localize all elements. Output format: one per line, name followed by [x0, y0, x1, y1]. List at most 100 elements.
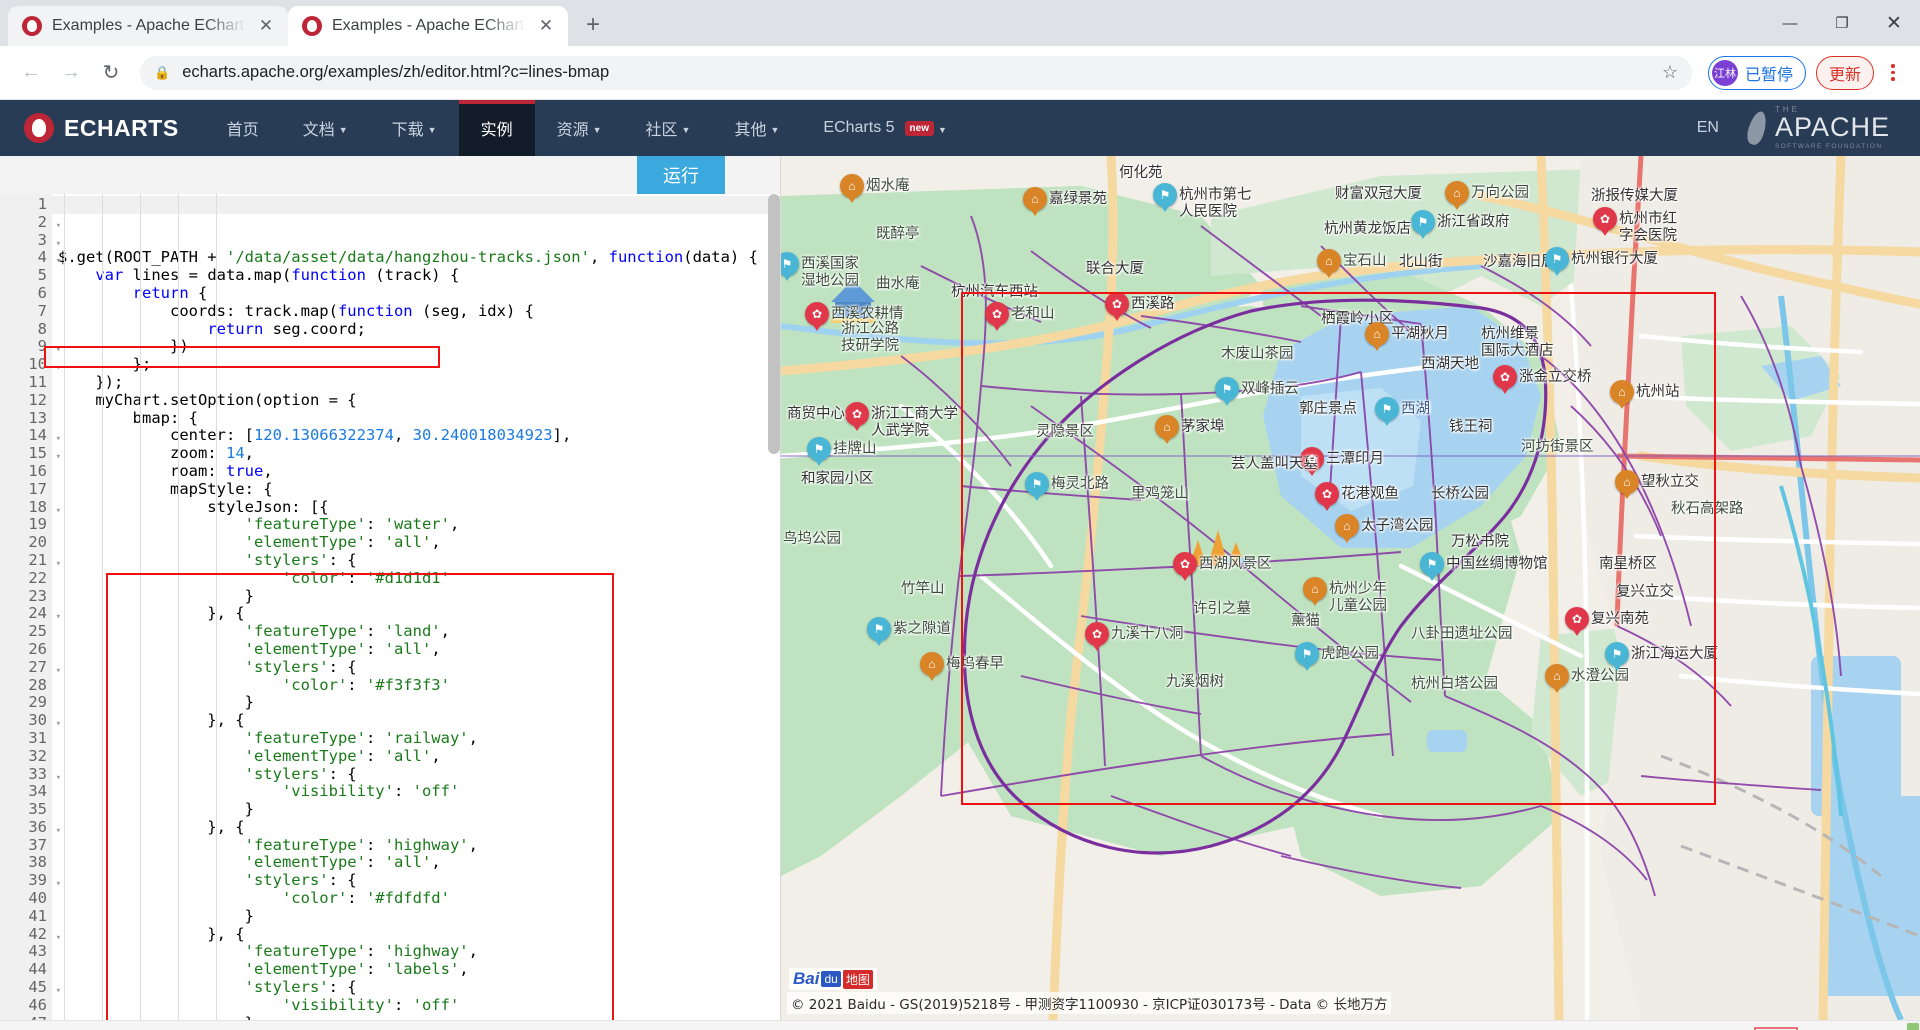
code-line[interactable]: }	[58, 694, 780, 712]
code-line[interactable]: return seg.coord;	[58, 320, 780, 339]
map-poi-marker[interactable]: ✿	[1315, 482, 1339, 511]
code-line[interactable]: 'elementType': 'all',	[58, 747, 780, 766]
code-line[interactable]: 'featureType': 'highway',	[58, 836, 780, 855]
code-line[interactable]: 'featureType': 'water',	[58, 515, 780, 534]
new-tab-icon[interactable]: +	[576, 9, 610, 43]
run-button[interactable]: 运行	[637, 156, 725, 194]
map-poi-marker[interactable]: ⚑	[1025, 472, 1049, 501]
map-poi-marker[interactable]: ⚑	[1153, 183, 1177, 212]
code-line[interactable]: bmap: {	[58, 409, 780, 428]
code-text[interactable]: $.get(ROOT_PATH + '/data/asset/data/hang…	[52, 194, 780, 1020]
code-line[interactable]: 'stylers': {	[58, 871, 780, 890]
map-poi-marker[interactable]: ⌂	[840, 174, 864, 203]
map-poi-marker[interactable]: ✿	[1085, 622, 1109, 651]
nav-item-home[interactable]: 首页	[205, 100, 281, 156]
code-line[interactable]: 'featureType': 'highway',	[58, 943, 780, 961]
code-line[interactable]: 'stylers': {	[58, 551, 780, 570]
map-preview-pane[interactable]: 烟水庵 ⌂ 既醉亭 西溪国家 湿地公园 ⚑ 曲水庵 西溪农耕情 ✿ 杭州汽车西站 嘉绿景苑 ⌂ 何化苑…	[781, 156, 1920, 1020]
code-line[interactable]: });	[58, 373, 780, 392]
code-line[interactable]: return {	[58, 284, 780, 303]
map-poi-marker[interactable]: ⚑	[807, 437, 831, 466]
editor-scrollbar[interactable]	[768, 194, 780, 454]
code-line[interactable]: };	[58, 355, 780, 374]
code-line[interactable]: }, {	[58, 605, 780, 623]
map-poi-marker[interactable]: ✿	[1593, 207, 1617, 236]
code-line[interactable]: 'elementType': 'labels',	[58, 960, 780, 979]
map-poi-marker[interactable]: ✿	[805, 302, 829, 331]
code-line[interactable]: 'elementType': 'all',	[58, 854, 780, 872]
code-line[interactable]: var lines = data.map(function (track) {	[58, 266, 780, 285]
map-poi-marker[interactable]: ⌂	[1615, 470, 1639, 499]
reload-icon[interactable]: ↻	[92, 54, 130, 92]
address-bar[interactable]: 🔒 echarts.apache.org/examples/zh/editor.…	[140, 55, 1692, 90]
map-poi-marker[interactable]: ✿	[1173, 552, 1197, 581]
code-line[interactable]: roam: true,	[58, 462, 780, 481]
code-line[interactable]: 'featureType': 'railway',	[58, 729, 780, 748]
maximize-icon[interactable]: ❐	[1816, 0, 1868, 46]
close-icon[interactable]: ✕	[256, 16, 276, 36]
code-line[interactable]: 'stylers': {	[58, 658, 780, 677]
nav-item-others[interactable]: 其他 ▼	[712, 100, 801, 156]
page-scrollbar-thumb[interactable]	[1907, 1023, 1919, 1030]
back-icon[interactable]: ←	[12, 54, 50, 92]
nav-item-community[interactable]: 社区 ▼	[624, 100, 713, 156]
map-poi-marker[interactable]: ⚑	[1605, 642, 1629, 671]
bookmark-star-icon[interactable]: ☆	[1662, 62, 1678, 83]
update-button[interactable]: 更新	[1815, 55, 1874, 90]
code-line[interactable]: 'featureType': 'land',	[58, 622, 780, 641]
code-line[interactable]: 'visibility': 'off'	[58, 996, 780, 1015]
code-line[interactable]: 'color': '#fdfdfd'	[58, 889, 780, 908]
map-poi-marker[interactable]: ⌂	[1155, 415, 1179, 444]
code-line[interactable]: 'visibility': 'off'	[58, 782, 780, 801]
code-line[interactable]: 'color': '#d1d1d1'	[58, 569, 780, 588]
map-poi-marker[interactable]: ⌂	[1365, 322, 1389, 351]
map-poi-marker[interactable]: ⚑	[1545, 247, 1569, 276]
minimize-icon[interactable]: —	[1764, 0, 1816, 46]
map-poi-marker[interactable]: ✿	[1300, 447, 1324, 476]
code-line[interactable]: }, {	[58, 925, 780, 944]
map-poi-marker[interactable]: ⌂	[1023, 187, 1047, 216]
nav-item-version[interactable]: ECharts 5 new ▼	[801, 100, 969, 156]
map-poi-marker[interactable]: ⚑	[1411, 210, 1435, 239]
map-canvas[interactable]	[781, 156, 1920, 1020]
code-line[interactable]: center: [120.13066322374, 30.24001803492…	[58, 426, 780, 445]
map-poi-marker[interactable]: ⌂	[1545, 664, 1569, 693]
map-poi-marker[interactable]: ⌂	[1335, 514, 1359, 543]
browser-tab-2[interactable]: Examples - Apache ECharts (in ✕	[288, 6, 568, 46]
map-poi-marker[interactable]: ⌂	[1610, 380, 1634, 409]
map-poi-marker[interactable]: ✿	[1493, 365, 1517, 394]
map-poi-marker[interactable]: ⌂	[1445, 181, 1469, 210]
forward-icon[interactable]: →	[52, 54, 90, 92]
map-poi-marker[interactable]: ⚑	[1295, 642, 1319, 671]
map-poi-marker[interactable]: ✿	[1105, 292, 1129, 321]
map-poi-marker[interactable]: ✿	[1565, 607, 1589, 636]
code-line[interactable]: 'elementType': 'all',	[58, 640, 780, 659]
code-line[interactable]: 'elementType': 'all',	[58, 533, 780, 552]
code-line[interactable]: coords: track.map(function (seg, idx) {	[58, 302, 780, 321]
map-poi-marker[interactable]: ⚑	[1215, 377, 1239, 406]
code-line[interactable]: }	[58, 800, 780, 819]
nav-item-resources[interactable]: 资源 ▼	[535, 100, 624, 156]
map-poi-marker[interactable]: ✿	[845, 402, 869, 431]
close-icon[interactable]: ✕	[536, 16, 556, 36]
code-line[interactable]: zoom: 14,	[58, 444, 780, 463]
nav-item-download[interactable]: 下载 ▼	[370, 100, 459, 156]
map-poi-marker[interactable]: ⚑	[867, 617, 891, 646]
code-line[interactable]: myChart.setOption(option = {	[58, 391, 780, 410]
map-poi-marker[interactable]: ⚑	[1420, 552, 1444, 581]
map-poi-marker[interactable]: ⚑	[1375, 397, 1399, 426]
browser-tab-1[interactable]: Examples - Apache ECharts (in ✕	[8, 6, 288, 46]
echarts-logo[interactable]: ECHARTS	[0, 100, 205, 156]
map-poi-marker[interactable]: ✿	[985, 302, 1009, 331]
code-line[interactable]: $.get(ROOT_PATH + '/data/asset/data/hang…	[58, 248, 780, 267]
code-line[interactable]: styleJson: [{	[58, 498, 780, 517]
code-line[interactable]: }, {	[58, 711, 780, 730]
code-line[interactable]: }	[58, 907, 780, 926]
code-line[interactable]: mapStyle: {	[58, 480, 780, 499]
code-line[interactable]: 'stylers': {	[58, 978, 780, 997]
map-poi-marker[interactable]: ⌂	[920, 652, 944, 681]
code-line[interactable]: 'color': '#f3f3f3'	[58, 676, 780, 695]
code-line[interactable]: })	[58, 338, 780, 356]
profile-pill[interactable]: 江林 已暂停	[1707, 55, 1806, 90]
kebab-menu-icon[interactable]	[1878, 54, 1908, 92]
